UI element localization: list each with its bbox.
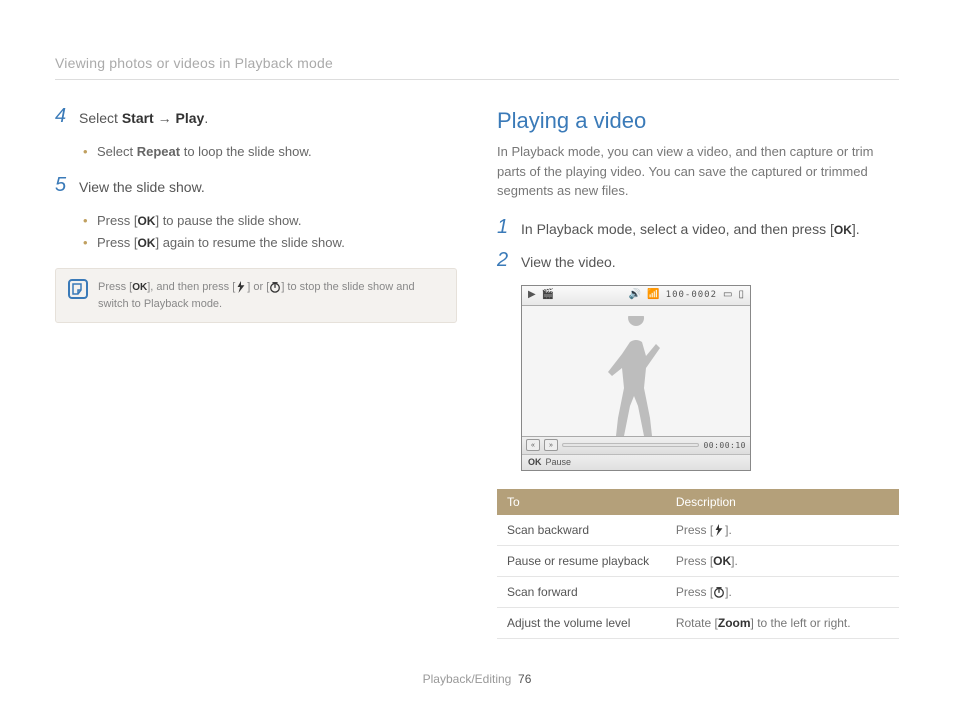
card-icon: ▯ (738, 290, 744, 300)
left-column: 4 Select Start → Play. Select Repeat to … (55, 108, 457, 639)
signal-icon: 📶 (647, 290, 659, 300)
video-caption: OK Pause (522, 454, 750, 470)
playback-time: 00:00:10 (703, 441, 746, 450)
section-description: In Playback mode, you can view a video, … (497, 142, 899, 201)
table-header-desc: Description (666, 489, 899, 515)
table-row: Scan backward Press []. (497, 515, 899, 546)
step-number: 4 (55, 106, 71, 126)
ok-icon: OK (528, 457, 542, 467)
step-number: 5 (55, 175, 71, 195)
step-text: Select Start → Play. (79, 108, 457, 129)
bullet-item: Select Repeat to loop the slide show. (83, 141, 457, 163)
breadcrumb: Viewing photos or videos in Playback mod… (55, 55, 899, 80)
step-text: View the slide show. (79, 177, 457, 198)
step-text: View the video. (521, 252, 899, 273)
timer-icon (269, 281, 281, 294)
table-row: Pause or resume playback Press [OK]. (497, 545, 899, 576)
movie-icon: 🎬 (542, 290, 554, 300)
note-icon (68, 279, 88, 299)
volume-icon: 🔊 (629, 290, 641, 300)
page-number: 76 (518, 672, 531, 686)
table-row: Scan forward Press []. (497, 576, 899, 607)
file-counter: 100-0002 (666, 290, 717, 300)
timer-icon (713, 586, 725, 598)
rewind-button[interactable]: « (526, 439, 540, 451)
table-header-to: To (497, 489, 666, 515)
step-5-bullets: Press [OK] to pause the slide show. Pres… (83, 210, 457, 254)
step-1: 1 In Playback mode, select a video, and … (497, 219, 899, 240)
ok-icon: OK (137, 214, 155, 228)
flash-icon (713, 524, 725, 536)
note-box: Press [OK], and then press [] or [] to s… (55, 268, 457, 323)
caption-label: Pause (546, 457, 572, 467)
footer-section: Playback/Editing (423, 672, 512, 686)
bullet-item: Press [OK] to pause the slide show. (83, 210, 457, 232)
right-column: Playing a video In Playback mode, you ca… (497, 108, 899, 639)
page-footer: Playback/Editing 76 (0, 672, 954, 686)
video-controls: « » 00:00:10 (522, 436, 750, 454)
silhouette-figure (586, 316, 686, 436)
video-scene (522, 306, 750, 436)
ok-icon: OK (137, 236, 155, 250)
battery-icon: ▭ (723, 290, 732, 300)
bullet-item: Press [OK] again to resume the slide sho… (83, 232, 457, 254)
step-2: 2 View the video. (497, 252, 899, 273)
play-mode-icon: ▶ (528, 290, 536, 300)
step-number: 2 (497, 250, 513, 270)
step-number: 1 (497, 217, 513, 237)
ok-icon: OK (834, 223, 852, 237)
controls-table: To Description Scan backward Press []. P… (497, 489, 899, 639)
step-text: In Playback mode, select a video, and th… (521, 219, 899, 240)
step-4-bullets: Select Repeat to loop the slide show. (83, 141, 457, 163)
step-4: 4 Select Start → Play. (55, 108, 457, 129)
video-preview: ▶ 🎬 🔊 📶 100-0002 ▭ ▯ « » 00:00:10 (521, 285, 751, 471)
forward-button[interactable]: » (544, 439, 558, 451)
section-title: Playing a video (497, 108, 899, 134)
progress-bar[interactable] (562, 443, 699, 447)
step-5: 5 View the slide show. (55, 177, 457, 198)
note-text: Press [OK], and then press [] or [] to s… (98, 279, 444, 312)
video-topbar: ▶ 🎬 🔊 📶 100-0002 ▭ ▯ (522, 286, 750, 306)
table-row: Adjust the volume level Rotate [Zoom] to… (497, 607, 899, 638)
ok-icon: OK (713, 554, 731, 568)
flash-icon (235, 281, 247, 294)
